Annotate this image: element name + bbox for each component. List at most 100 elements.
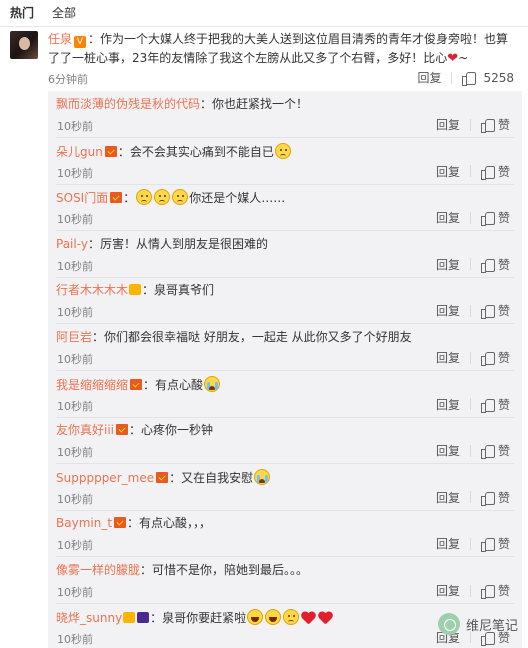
reply-button[interactable]: 回复 <box>436 209 460 226</box>
action-divider <box>451 71 453 84</box>
tab-all[interactable]: 全部 <box>52 0 76 26</box>
reply-button[interactable]: 回复 <box>436 256 460 273</box>
reply-text: 友你真好iii ：心疼你一秒钟 <box>56 422 213 438</box>
thumbs-up-icon[interactable] <box>480 165 495 180</box>
main-comment-username[interactable]: 任泉 <box>48 32 72 46</box>
like-button[interactable]: 赞 <box>498 116 510 133</box>
member-badge-icon <box>114 517 127 529</box>
reply-button[interactable]: 回复 <box>436 442 460 459</box>
watermark-text: 维尼笔记 <box>465 618 518 634</box>
reply-item: Baymin_t ：有点心酸，，， 10秒前 回复 赞 <box>48 510 522 558</box>
member-badge-icon <box>104 145 117 157</box>
reply-actions: 回复 赞 <box>436 209 510 227</box>
like-button[interactable]: 赞 <box>498 209 510 226</box>
reply-item: SOSI门面 ： 你还是个媒人…… 10秒前 回复 赞 <box>48 184 522 232</box>
reply-username[interactable]: Pail-y <box>56 237 88 251</box>
reply-text: 我是缩缩缩缩 ：有点心酸 <box>56 375 221 393</box>
thumbs-up-icon[interactable] <box>480 304 495 320</box>
action-divider <box>469 491 471 504</box>
reply-actions: 回复 赞 <box>436 116 510 133</box>
reply-body: ：会不会其实心痛到不能自已 <box>117 144 274 159</box>
like-button[interactable]: 赞 <box>498 396 510 413</box>
member-badge-icon <box>110 192 123 204</box>
action-divider <box>469 165 471 178</box>
reply-username[interactable]: 朵儿gun <box>56 145 103 159</box>
like-button[interactable]: 赞 <box>498 442 510 459</box>
reply-list: 飘而淡薄的伪残是秋的代码：你也赶紧找一个！ 10秒前 回复赞朵儿gun ：会不会其实心… <box>48 91 522 648</box>
reply-text: 像雾一样的朦胧：可惜不是你，陪她到最后。。。 <box>56 562 308 578</box>
reply-body: ：泉哥真爷们 <box>142 283 215 298</box>
member-badge-icon <box>156 471 169 483</box>
like-count[interactable]: 5258 <box>483 71 514 85</box>
thumbs-up-icon[interactable] <box>480 398 495 413</box>
action-divider <box>469 211 471 224</box>
like-button[interactable]: 赞 <box>498 163 510 180</box>
reply-actions: 回复 赞 <box>436 535 510 553</box>
sad-face-icon <box>172 189 189 206</box>
reply-username[interactable]: Suppppper_mee <box>56 471 154 485</box>
action-divider <box>469 258 471 271</box>
tab-hot[interactable]: 热门 <box>10 0 34 26</box>
reply-body: ：你们都会很幸福哒 好朋友，一起走 从此你又多了个好朋友 <box>92 330 412 344</box>
purple-badge-icon <box>137 611 150 623</box>
reply-username[interactable]: 飘而淡薄的伪残是秋的代码 <box>56 97 200 111</box>
reply-actions: 回复 赞 <box>436 163 510 180</box>
avatar[interactable] <box>10 31 38 59</box>
reply-body: ：泉哥你要赶紧啦 <box>150 610 247 625</box>
reply-text: 朵儿gun ：会不会其实心痛到不能自已 <box>56 142 292 160</box>
reply-text: Suppppper_mee ：又在自我安慰 <box>56 468 271 486</box>
heart-icon <box>318 611 333 625</box>
reply-body: ：有点心酸，，， <box>127 516 212 531</box>
thumbs-up-icon[interactable] <box>480 258 495 273</box>
action-divider <box>469 398 471 411</box>
sad-face-icon <box>154 189 171 206</box>
thumbs-up-icon[interactable] <box>480 584 495 599</box>
reply-time: 10秒前 <box>57 166 93 180</box>
verified-badge-icon: V <box>74 36 87 48</box>
reply-username[interactable]: 友你真好iii <box>56 423 114 437</box>
thumbs-up-icon[interactable] <box>480 118 495 133</box>
wechat-logo-icon <box>437 613 460 635</box>
like-button[interactable]: 赞 <box>498 489 510 506</box>
thumbs-up-icon[interactable] <box>480 211 495 227</box>
reply-button[interactable]: 回复 <box>436 302 460 319</box>
reply-actions: 回复 赞 <box>436 582 510 599</box>
reply-username[interactable]: 阿巨岩 <box>56 330 92 344</box>
like-button[interactable]: 赞 <box>498 349 510 366</box>
reply-button[interactable]: 回复 <box>436 116 460 133</box>
like-button[interactable]: 赞 <box>498 302 510 319</box>
reply-item: 像雾一样的朦胧：可惜不是你，陪她到最后。。。 10秒前 回复 赞 <box>48 557 522 604</box>
reply-username[interactable]: 行者木木木木 <box>56 283 128 297</box>
main-comment-body: ：作为一个大媒人终于把我的大美人送到这位眉目清秀的青年才俊身旁啦！也算了了一桩心… <box>48 32 509 65</box>
heart-icon <box>301 611 316 625</box>
like-button[interactable]: 赞 <box>498 582 510 599</box>
reply-time: 10秒前 <box>57 259 93 273</box>
reply-time: 10秒前 <box>57 586 93 599</box>
reply-username[interactable]: SOSI门面 <box>56 191 108 205</box>
thumbs-up-icon[interactable] <box>480 537 495 553</box>
reply-button[interactable]: 回复 <box>436 396 460 413</box>
reply-item: 飘而淡薄的伪残是秋的代码：你也赶紧找一个！ 10秒前 回复 赞 <box>48 91 522 138</box>
reply-username[interactable]: 晓烨_sunny <box>56 611 122 625</box>
thumbs-up-icon[interactable] <box>480 444 495 460</box>
reply-button[interactable]: 回复 <box>436 489 460 506</box>
like-button[interactable]: 赞 <box>498 535 510 552</box>
reply-button[interactable]: 回复 <box>436 535 460 552</box>
reply-button[interactable]: 回复 <box>436 349 460 366</box>
reply-username[interactable]: Baymin_t <box>56 516 112 530</box>
reply-button[interactable]: 回复 <box>436 163 460 180</box>
like-button[interactable]: 赞 <box>498 256 510 273</box>
reply-body: ：厉害！从情人到朋友是很困难的 <box>87 236 268 251</box>
reply-username[interactable]: 像雾一样的朦胧 <box>56 563 140 577</box>
reply-item: 朵儿gun ：会不会其实心痛到不能自已 10秒前 回复 赞 <box>48 138 522 185</box>
reply-item: 行者木木木木 ：泉哥真爷们 10秒前 回复 赞 <box>48 277 522 325</box>
reply-actions: 回复 赞 <box>436 489 510 506</box>
thumbs-up-icon[interactable] <box>480 351 495 366</box>
thumbs-up-icon[interactable] <box>462 71 477 86</box>
thumbs-up-icon[interactable] <box>480 491 495 506</box>
watermark: 维尼笔记 <box>437 613 518 635</box>
reply-button[interactable]: 回复 <box>436 582 460 599</box>
reply-username[interactable]: 我是缩缩缩缩 <box>56 378 128 392</box>
reply-text: 飘而淡薄的伪残是秋的代码：你也赶紧找一个！ <box>56 96 308 112</box>
reply-button[interactable]: 回复 <box>417 69 441 86</box>
